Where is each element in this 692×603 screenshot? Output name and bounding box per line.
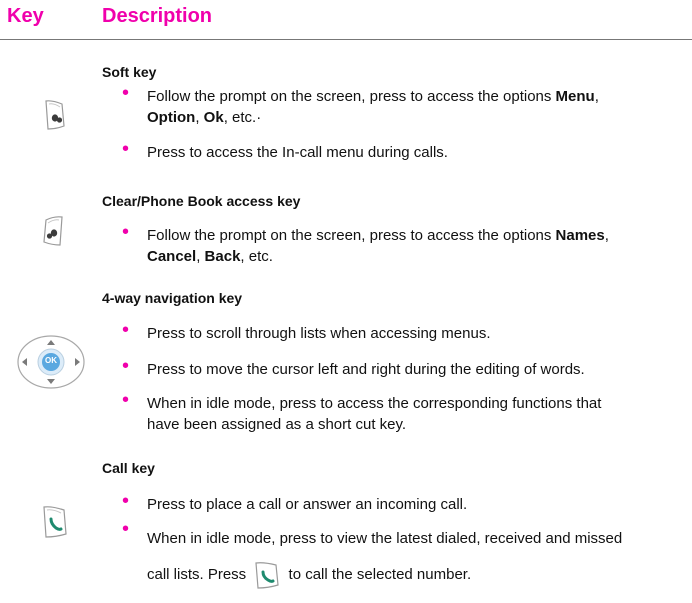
bullet-dot: • bbox=[122, 138, 130, 160]
bullet-dot: • bbox=[122, 490, 130, 512]
bullet-text: Press to access the In-call menu during … bbox=[147, 144, 448, 161]
navigation-key-icon: OK bbox=[16, 334, 86, 395]
table-header: Key Description bbox=[0, 0, 692, 44]
clear-key-icon bbox=[40, 214, 68, 253]
bullet-text: When in idle mode, press to view the lat… bbox=[147, 521, 692, 593]
description-column-header: Description bbox=[102, 5, 213, 27]
bullet-dot: • bbox=[122, 82, 130, 104]
bullet-dot: • bbox=[122, 221, 130, 243]
call-key-inline-icon bbox=[252, 561, 282, 589]
bullet-dot: • bbox=[122, 355, 130, 377]
bullet-dot: • bbox=[122, 518, 130, 540]
call-key-icon bbox=[40, 504, 70, 545]
header-divider bbox=[0, 39, 692, 40]
bullet-text: Press to scroll through lists when acces… bbox=[147, 325, 491, 342]
section-title-soft-key: Soft key bbox=[102, 64, 157, 80]
bullet-text: When in idle mode, press to access the c… bbox=[147, 395, 602, 433]
section-title-navigation-key: 4-way navigation key bbox=[102, 290, 243, 306]
key-column-header: Key bbox=[7, 5, 44, 27]
section-title-call-key: Call key bbox=[102, 460, 155, 476]
bullet-text: Press to move the cursor left and right … bbox=[147, 361, 585, 378]
bullet-dot: • bbox=[122, 389, 130, 411]
section-title-clear-key: Clear/Phone Book access key bbox=[102, 193, 301, 209]
bullet-text: Follow the prompt on the screen, press t… bbox=[147, 88, 599, 126]
bullet-text: Press to place a call or answer an incom… bbox=[147, 496, 468, 513]
bullet-text: Follow the prompt on the screen, press t… bbox=[147, 227, 609, 265]
bullet-dot: • bbox=[122, 319, 130, 341]
soft-key-icon bbox=[42, 98, 68, 137]
ok-label: OK bbox=[45, 356, 57, 365]
